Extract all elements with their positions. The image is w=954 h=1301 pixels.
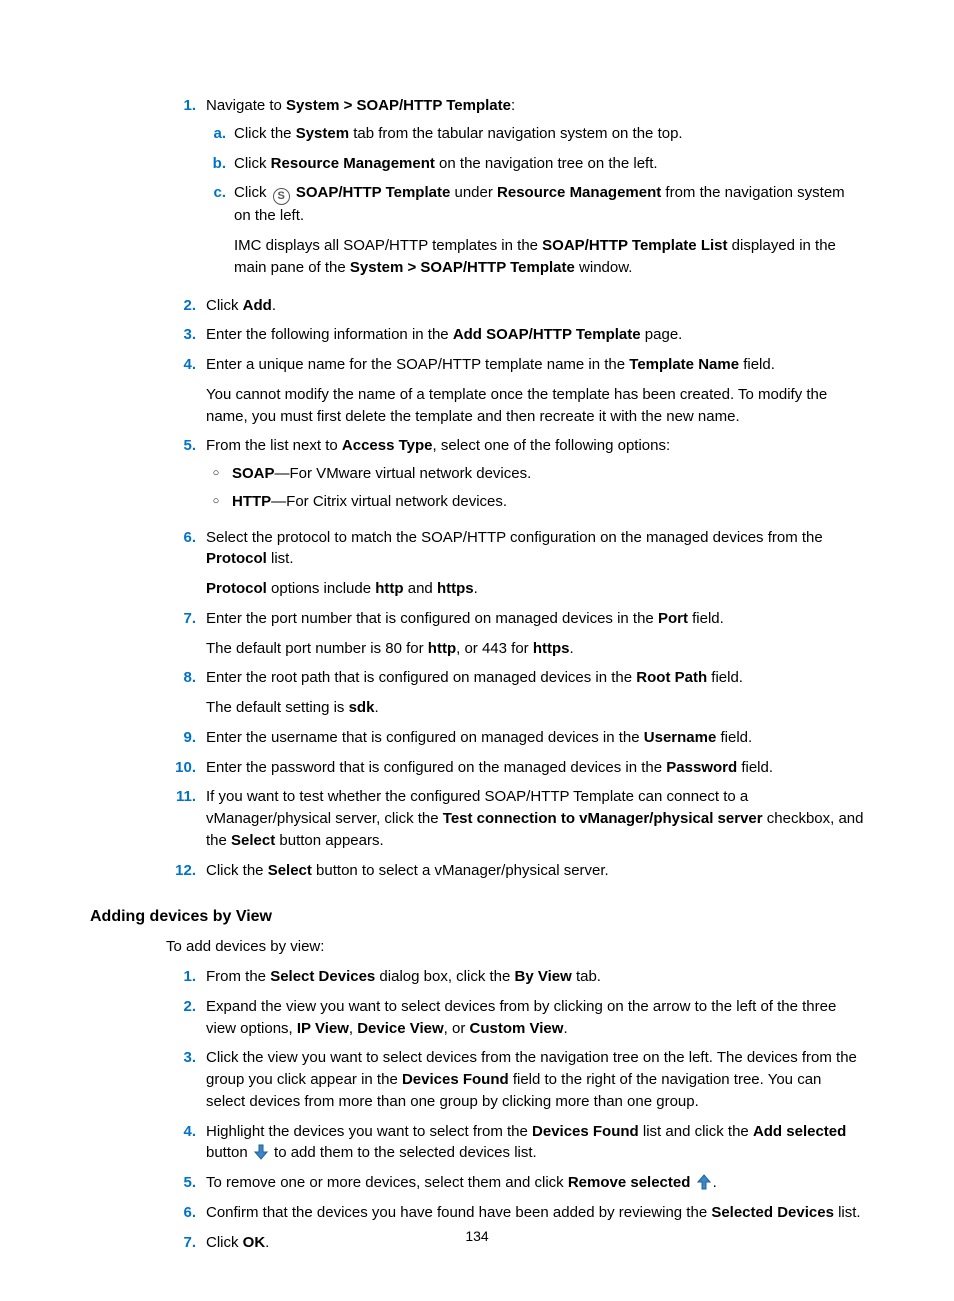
sec2-step-1: 1. From the Select Devices dialog box, c… [90, 966, 864, 988]
step-8-note: The default setting is sdk. [206, 697, 864, 719]
step-4: 4. Enter a unique name for the SOAP/HTTP… [90, 354, 864, 427]
heading-adding-devices-by-view: Adding devices by View [90, 905, 864, 928]
step-5: 5. From the list next to Access Type, se… [90, 435, 864, 518]
step-3: 3. Enter the following information in th… [90, 324, 864, 346]
substep-b: b. Click Resource Management on the navi… [206, 153, 864, 175]
sec2-step-5: 5. To remove one or more devices, select… [90, 1172, 864, 1194]
step-6: 6. Select the protocol to match the SOAP… [90, 527, 864, 600]
step-7-note: The default port number is 80 for http, … [206, 638, 864, 660]
step-8: 8. Enter the root path that is configure… [90, 667, 864, 719]
substep-list: a. Click the System tab from the tabular… [206, 123, 864, 279]
step-1: 1. Navigate to System > SOAP/HTTP Templa… [90, 95, 864, 287]
page-number: 134 [0, 1226, 954, 1246]
intro-text: To add devices by view: [166, 936, 864, 958]
step-12: 12. Click the Select button to select a … [90, 860, 864, 882]
step-11: 11. If you want to test whether the conf… [90, 786, 864, 851]
step-9: 9. Enter the username that is configured… [90, 727, 864, 749]
page: 1. Navigate to System > SOAP/HTTP Templa… [0, 0, 954, 1301]
bullet-http: ○ HTTP—For Citrix virtual network device… [206, 491, 864, 513]
substep-note: IMC displays all SOAP/HTTP templates in … [206, 235, 864, 279]
step-2: 2. Click Add. [90, 295, 864, 317]
step-10: 10. Enter the password that is configure… [90, 757, 864, 779]
substep-a: a. Click the System tab from the tabular… [206, 123, 864, 145]
sec2-step-2: 2. Expand the view you want to select de… [90, 996, 864, 1040]
arrow-down-icon [254, 1144, 268, 1160]
arrow-up-icon [697, 1174, 711, 1190]
s-circle-icon: S [273, 188, 290, 205]
step-6-note: Protocol options include http and https. [206, 578, 864, 600]
sec2-step-6: 6. Confirm that the devices you have fou… [90, 1202, 864, 1224]
bullet-soap: ○ SOAP—For VMware virtual network device… [206, 463, 864, 485]
procedure-list-1: 1. Navigate to System > SOAP/HTTP Templa… [90, 95, 864, 881]
bullet-list: ○ SOAP—For VMware virtual network device… [206, 463, 864, 513]
substep-c: c. Click S SOAP/HTTP Template under Reso… [206, 182, 864, 227]
sec2-step-4: 4. Highlight the devices you want to sel… [90, 1121, 864, 1165]
procedure-list-2: 1. From the Select Devices dialog box, c… [90, 966, 864, 1253]
step-4-note: You cannot modify the name of a template… [206, 384, 864, 428]
step-7: 7. Enter the port number that is configu… [90, 608, 864, 660]
sec2-step-3: 3. Click the view you want to select dev… [90, 1047, 864, 1112]
